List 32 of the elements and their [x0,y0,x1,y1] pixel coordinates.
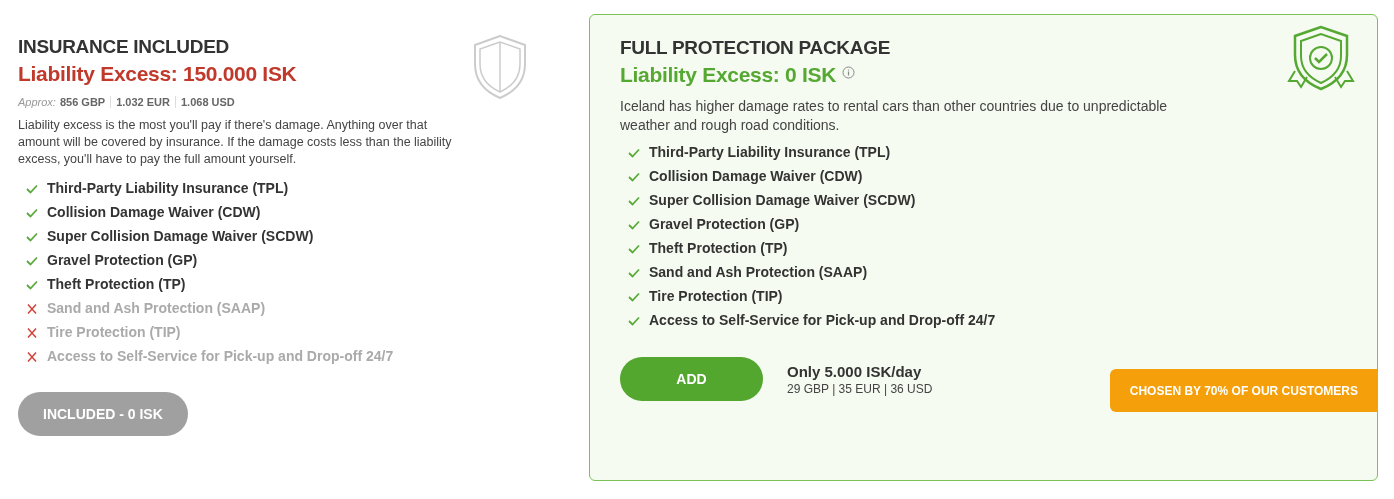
feature-text: Tire Protection (TIP) [649,287,783,306]
shield-icon [471,34,529,100]
feature-text: Gravel Protection (GP) [47,251,198,270]
liability-excess: Liability Excess: 150.000 ISK [18,62,297,86]
feature-text: Super Collision Damage Waiver (SCDW) [47,227,314,246]
add-button[interactable]: ADD [620,357,763,401]
info-icon[interactable] [842,66,856,79]
feature-text: Collision Damage Waiver (CDW) [47,203,261,222]
daily-price: Only 5.000 ISK/day [787,362,923,380]
approx-price: 1.032 EUR [110,96,175,108]
approx-price: 856 GBP [59,96,107,108]
feature-text: Theft Protection (TP) [649,239,788,258]
popularity-badge: CHOSEN BY 70% OF OUR CUSTOMERS [1109,369,1378,412]
feature-text: Super Collision Damage Waiver (SCDW) [649,191,916,210]
liability-excess: Liability Excess: 0 ISK [620,63,837,87]
plan-title: FULL PROTECTION PACKAGE [620,37,891,59]
feature-text: Sand and Ash Protection (SAAP) [47,299,266,318]
feature-text: Third-Party Liability Insurance (TPL) [47,179,289,198]
approx-price: 1.068 USD [175,96,240,108]
description: Liability excess is the most you'll pay if there's damage. Anything over that amount will be covered by insurance. If the damage costs less than the liability excess, you'll have to pay the full amount yourself. [18,117,453,168]
feature-text: Access to Self-Service for Pick-up and Drop-off 24/7 [47,347,394,366]
feature-text: Third-Party Liability Insurance (TPL) [649,143,891,162]
feature-text: Gravel Protection (GP) [649,215,800,234]
description: Iceland has higher damage rates to rental cars than other countries due to unpredictable weather and rough road conditions. [620,97,1169,135]
approx-label: Approx: [18,96,56,108]
feature-text: Sand and Ash Protection (SAAP) [649,263,868,282]
feature-text: Access to Self-Service for Pick-up and Drop-off 24/7 [649,311,996,330]
plan-title: INSURANCE INCLUDED [18,36,230,58]
feature-text: Tire Protection (TIP) [47,323,181,342]
currency-prices: 29 GBP | 35 EUR | 36 USD [787,381,933,396]
feature-text: Collision Damage Waiver (CDW) [649,167,863,186]
feature-text: Theft Protection (TP) [47,275,186,294]
